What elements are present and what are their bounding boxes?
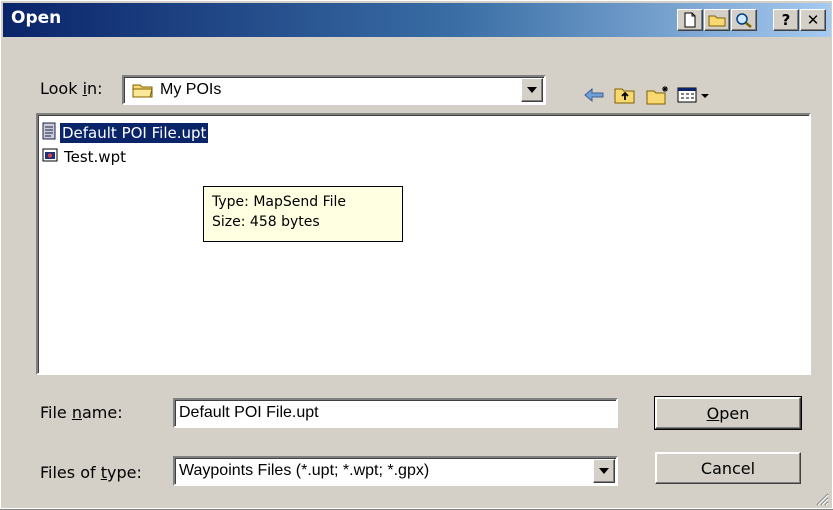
list-item[interactable]: Test.wpt [42, 146, 128, 168]
file-type-combo[interactable]: Waypoints Files (*.upt; *.wpt; *.gpx) [173, 456, 618, 486]
file-info-tooltip: Type: MapSend File Size: 458 bytes [203, 186, 403, 242]
resize-grip-icon[interactable] [815, 491, 829, 506]
open-dialog: Open ? ✕ Look in: My POIs Default POI Fi… [0, 0, 833, 510]
back-arrow-icon[interactable] [580, 83, 608, 107]
look-in-dropdown-arrow[interactable] [521, 78, 543, 102]
file-list[interactable]: Default POI File.upt Test.wpt [36, 113, 811, 375]
look-in-combo[interactable]: My POIs [122, 75, 546, 105]
help-button[interactable]: ? [773, 9, 799, 31]
look-in-label: Look in: [40, 79, 103, 98]
file-name: Test.wpt [64, 148, 126, 166]
tooltip-type: Type: MapSend File [212, 194, 347, 210]
file-type-dropdown-arrow[interactable] [593, 459, 615, 483]
look-in-value: My POIs [160, 81, 222, 98]
cancel-button[interactable]: Cancel [655, 452, 801, 484]
waypoint-file-icon [42, 147, 58, 167]
document-icon [42, 122, 56, 144]
file-name: Default POI File.upt [58, 122, 210, 144]
folder-icon[interactable] [704, 9, 730, 31]
up-folder-icon[interactable] [611, 83, 639, 107]
open-button[interactable]: Open [654, 396, 802, 430]
file-name-input[interactable]: Default POI File.upt [173, 398, 618, 428]
file-type-value: Waypoints Files (*.upt; *.wpt; *.gpx) [179, 462, 430, 479]
view-menu-icon[interactable] [676, 83, 712, 107]
close-button[interactable]: ✕ [800, 9, 826, 31]
new-document-icon[interactable] [677, 9, 703, 31]
file-name-label: File name: [40, 403, 123, 422]
folder-icon [132, 81, 154, 103]
title-bar[interactable]: Open ? ✕ [3, 3, 831, 37]
file-name-value: Default POI File.upt [179, 404, 319, 421]
tooltip-size: Size: 458 bytes [212, 214, 320, 230]
search-icon[interactable] [731, 9, 757, 31]
new-folder-icon[interactable] [644, 83, 672, 107]
list-item[interactable]: Default POI File.upt [42, 122, 210, 144]
files-of-type-label: Files of type: [40, 463, 142, 482]
window-title: Open [11, 8, 62, 28]
